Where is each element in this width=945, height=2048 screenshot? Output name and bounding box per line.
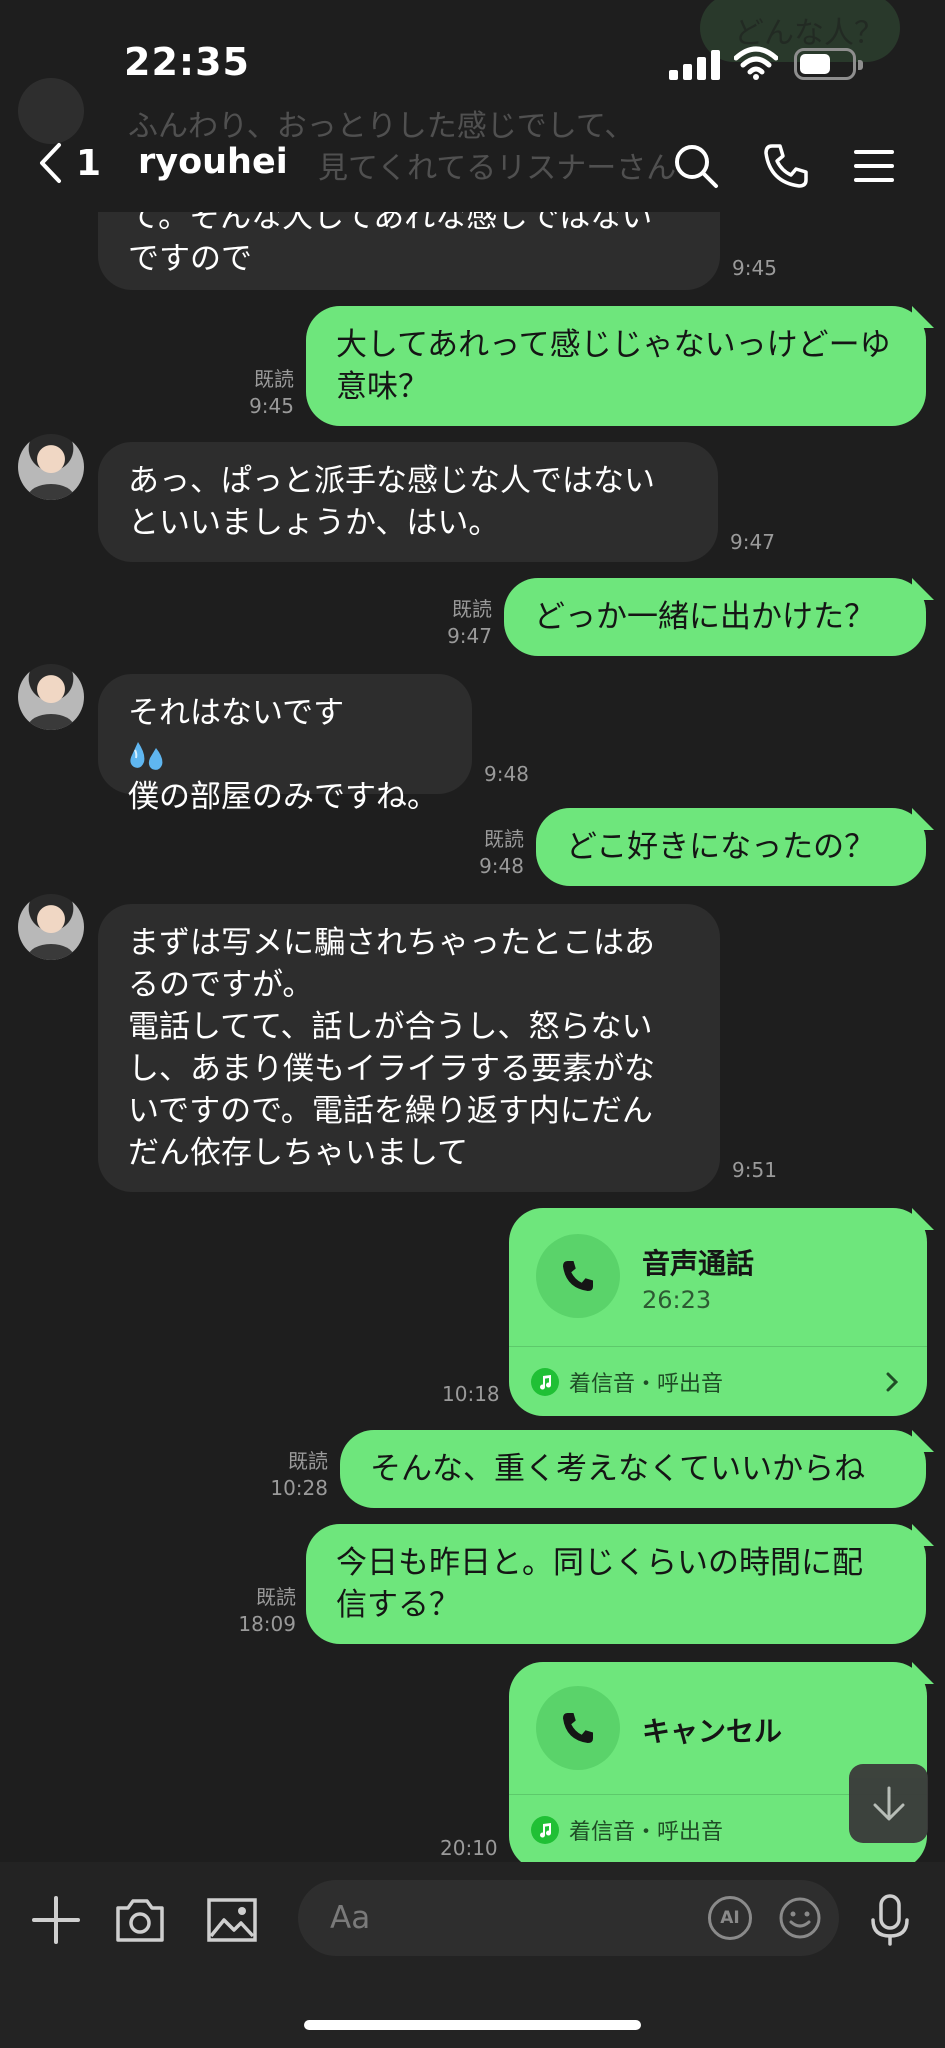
message-time: 18:09 (238, 1612, 296, 1636)
message-time: 9:47 (730, 530, 775, 554)
message-text: て。そんな大してあれな感じではない ですので (128, 212, 653, 277)
ai-label: AI (720, 1908, 740, 1928)
call-phone-badge (536, 1686, 620, 1770)
message-time: 9:48 (484, 762, 529, 786)
avatar[interactable] (18, 894, 84, 960)
search-icon[interactable] (672, 142, 720, 190)
message-text-field[interactable]: AI (298, 1880, 839, 1956)
arrow-down-icon (873, 1786, 904, 1820)
read-receipt: 既読 9:48 (452, 826, 524, 880)
plus-icon[interactable] (28, 1892, 84, 1948)
message-time: 10:28 (270, 1476, 328, 1500)
message-input[interactable] (330, 1894, 660, 1942)
bubble-tail (912, 1524, 934, 1546)
incoming-message[interactable]: それはないです 僕の部屋のみですね。 (98, 674, 472, 815)
message-text: 大してあれって感じじゃないっけどーゆ意味？ (336, 327, 891, 405)
ringtone-label: 着信音・呼出音 (569, 1819, 724, 1845)
battery-icon (794, 48, 863, 80)
scroll-to-bottom-button[interactable] (849, 1764, 928, 1843)
phone-call-icon[interactable] (762, 142, 810, 190)
bubble-tail (912, 578, 934, 600)
bubble-tail (912, 808, 934, 830)
avatar[interactable] (18, 434, 84, 500)
message-time: 9:45 (249, 394, 294, 418)
emoji-icon[interactable] (778, 1896, 822, 1940)
music-note-icon (531, 1367, 559, 1396)
message-text: あっ、ぱっと派手な感じな人ではない といいましょうか、はい。 (128, 463, 655, 541)
chevron-left-icon (40, 143, 61, 183)
message-text: 僕の部屋のみですね。 (128, 779, 438, 815)
ringtone-label: 着信音・呼出音 (569, 1371, 724, 1397)
microphone-icon[interactable] (862, 1892, 918, 1948)
wifi-icon (734, 46, 778, 80)
message-time: 20:10 (440, 1836, 498, 1860)
call-info: 音声通話 26:23 (509, 1208, 927, 1346)
camera-icon[interactable] (112, 1892, 168, 1948)
outgoing-message[interactable]: どこ好きになったの？ (536, 808, 926, 886)
read-receipt: 既読 9:47 (420, 596, 492, 650)
incoming-message[interactable]: て。そんな大してあれな感じではない ですので (98, 212, 720, 290)
unread-count: 1 (76, 142, 102, 184)
read-label: 既読 (288, 1449, 328, 1473)
chat-header: 1 ryouhei (0, 120, 945, 212)
read-label: 既読 (484, 827, 524, 851)
menu-icon[interactable] (850, 142, 898, 190)
bubble-tail (912, 1208, 934, 1230)
message-text: まずは写メに騙されちゃったとこはあ るのですが。 電話してて、話しが合うし、怒ら… (128, 925, 655, 1171)
read-receipt: 既読 10:28 (252, 1448, 328, 1502)
bubble-tail (912, 306, 934, 328)
message-time: 10:18 (442, 1382, 500, 1406)
message-time: 9:45 (732, 256, 777, 280)
message-time: 9:48 (479, 854, 524, 878)
message-text: どこ好きになったの？ (566, 829, 876, 865)
sweat-drops-emoji-icon (130, 741, 163, 770)
message-time: 9:51 (732, 1158, 777, 1182)
ringtone-row[interactable]: 着信音・呼出音 (509, 1346, 927, 1416)
message-list[interactable]: て。そんな大してあれな感じではない ですので 9:45 大してあれって感じじゃな… (0, 212, 945, 1862)
read-receipt: 既読 9:45 (222, 366, 294, 420)
phone-icon (563, 1261, 593, 1291)
message-time: 9:47 (447, 624, 492, 648)
message-line-1: それはないです (128, 650, 442, 776)
message-text: 今日も昨日と。同じくらいの時間に配 信する？ (336, 1545, 863, 1623)
music-note-icon (531, 1815, 559, 1844)
status-bar: 22:35 (0, 0, 945, 120)
cellular-signal-icon (669, 50, 721, 80)
read-receipt: 既読 18:09 (220, 1584, 296, 1638)
message-text: それはないです (128, 695, 345, 731)
read-label: 既読 (256, 1585, 296, 1609)
bubble-tail (912, 1430, 934, 1452)
call-duration: 26:23 (642, 1286, 712, 1314)
call-title: 音声通話 (642, 1247, 755, 1280)
incoming-message[interactable]: まずは写メに騙されちゃったとこはあ るのですが。 電話してて、話しが合うし、怒ら… (98, 904, 720, 1192)
outgoing-message[interactable]: 今日も昨日と。同じくらいの時間に配 信する？ (306, 1524, 926, 1644)
back-button[interactable]: 1 (38, 142, 101, 184)
ai-button[interactable]: AI (708, 1896, 752, 1940)
phone-icon (563, 1713, 593, 1743)
chat-title: ryouhei (138, 142, 288, 182)
chevron-right-icon (886, 1372, 899, 1392)
read-label: 既読 (254, 367, 294, 391)
read-label: 既読 (452, 597, 492, 621)
message-text: そんな、重く考えなくていいからね (370, 1451, 866, 1487)
home-indicator (304, 2020, 641, 2030)
image-icon[interactable] (204, 1892, 260, 1948)
call-title: キャンセル (642, 1715, 783, 1748)
status-time: 22:35 (124, 40, 250, 84)
voice-call-card[interactable]: 音声通話 26:23 着信音・呼出音 (509, 1208, 927, 1416)
avatar[interactable] (18, 664, 84, 730)
call-phone-badge (536, 1234, 620, 1318)
message-text: どっか一緒に出かけた？ (534, 599, 875, 635)
outgoing-message[interactable]: そんな、重く考えなくていいからね (340, 1430, 926, 1508)
bubble-tail (912, 1662, 934, 1684)
outgoing-message[interactable]: どっか一緒に出かけた？ (504, 578, 926, 656)
message-input-bar: AI (0, 1862, 945, 2048)
incoming-message[interactable]: あっ、ぱっと派手な感じな人ではない といいましょうか、はい。 (98, 442, 718, 562)
outgoing-message[interactable]: 大してあれって感じじゃないっけどーゆ意味？ (306, 306, 926, 426)
